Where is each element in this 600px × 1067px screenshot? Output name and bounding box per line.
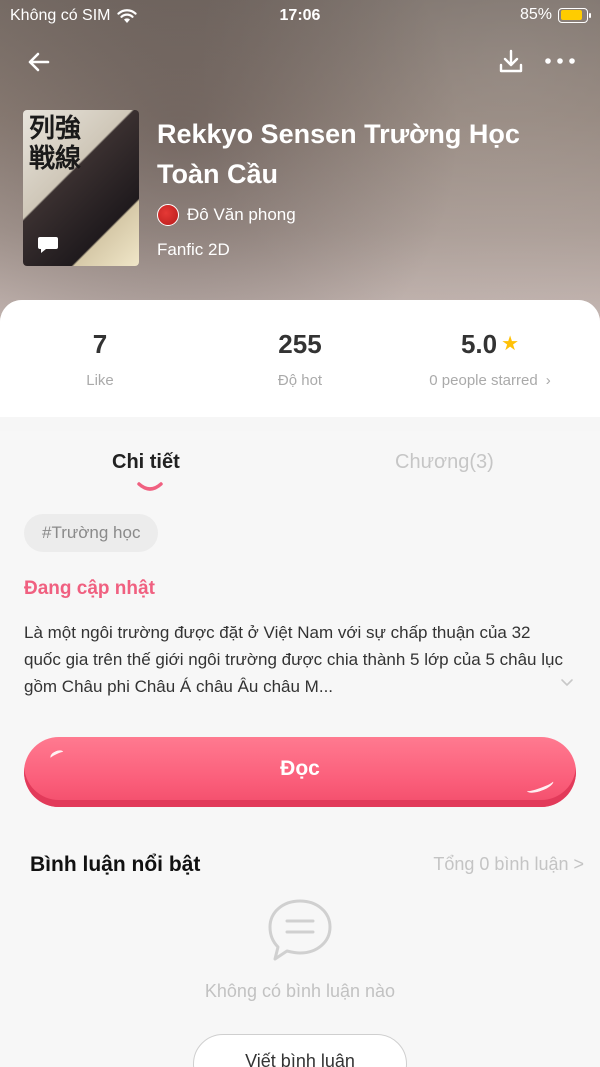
status-bar: Không có SIM 17:06 85% [0,0,600,32]
empty-comments-text: Không có bình luận nào [204,981,396,1001]
tab-active-indicator [137,482,163,491]
empty-comments-icon [268,899,332,961]
update-status: Đang cập nhật [24,578,155,599]
tab-details[interactable]: Chi tiết [112,451,180,474]
comments-total-link[interactable]: Tổng 0 bình luận > [433,854,584,875]
button-highlight [48,748,66,762]
status-time: 17:06 [279,7,321,24]
likes-count: 7 [92,329,108,359]
book-title: Rekkyo Sensen Trường Học Toàn Cầu [157,119,520,189]
stat-rating[interactable]: 5.0 ★ 0 people starred › [410,328,570,389]
hot-label: Độ hot [277,372,323,389]
genre-label: Fanfic 2D [157,240,230,259]
tag-chip[interactable]: #Trường học [24,514,159,552]
battery-percent: 85% [519,6,552,23]
button-highlight [525,776,555,796]
more-options-icon[interactable] [542,46,578,76]
tab-chapters[interactable]: Chương(3) [395,451,494,474]
rating-label: 0 people starred [429,372,538,389]
chevron-down-icon[interactable] [560,678,574,688]
battery-icon [558,7,591,23]
chat-bubble-icon [38,237,58,253]
author-name: Đô Văn phong [187,205,296,224]
star-icon: ★ [501,333,520,355]
comments-title: Bình luận nổi bật [30,853,201,876]
author-avatar [157,204,179,226]
download-icon[interactable] [496,46,526,76]
likes-label: Like [86,372,114,389]
read-button-label: Đọc [280,757,320,780]
rating-value: 5.0 [460,329,498,359]
read-button[interactable]: Đọc [24,737,576,807]
book-header: Không có SIM 17:06 85% 列強戦線 Rekkyo Sense… [0,0,600,330]
stats-row: 7 Like 255 Độ hot 5.0 ★ 0 people starred › [0,300,600,417]
book-description[interactable]: Là một ngôi trường được đặt ở Việt Nam v… [24,619,570,700]
cover-title-art: 列強戦線 [29,114,82,174]
write-comment-button[interactable]: Viết bình luận [193,1034,407,1067]
book-cover[interactable]: 列強戦線 [23,110,139,266]
stat-hot: 255 Độ hot [240,328,360,389]
back-arrow-icon[interactable] [22,44,58,80]
status-right: 85% [519,6,591,24]
author-link[interactable]: Đô Văn phong [157,204,296,226]
hot-count: 255 [278,329,322,359]
chevron-right-icon: › [545,372,551,389]
stat-likes: 7 Like [50,328,150,389]
tab-panel: Chi tiết Chương(3) #Trường học Đang cập … [0,431,600,1067]
details-card: 7 Like 255 Độ hot 5.0 ★ 0 people starred ›… [0,300,600,1067]
